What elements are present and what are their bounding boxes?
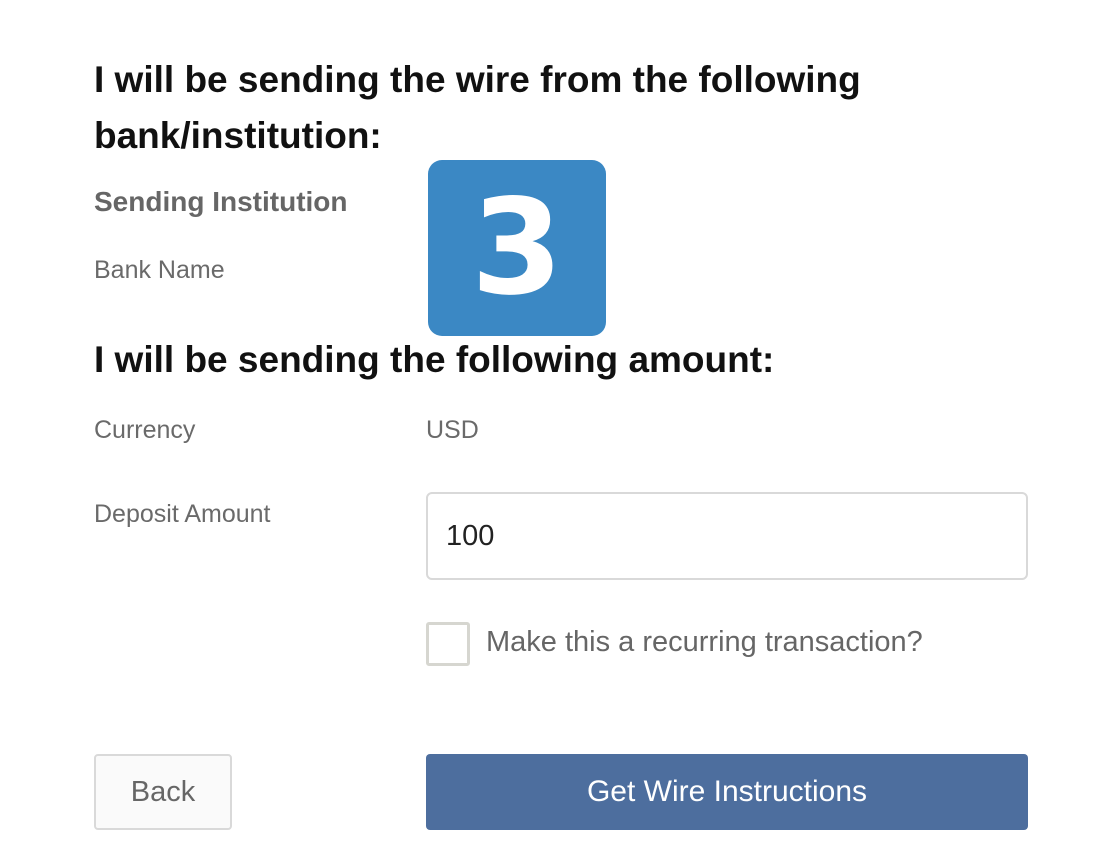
currency-label: Currency (94, 416, 196, 444)
sending-institution-heading: I will be sending the wire from the foll… (94, 59, 861, 156)
deposit-amount-input[interactable] (426, 492, 1028, 580)
sending-institution-subheading: Sending Institution (94, 186, 348, 217)
recurring-checkbox[interactable] (426, 622, 470, 666)
wire-deposit-form: I will be sending the wire from the foll… (0, 0, 1096, 866)
amount-heading: I will be sending the following amount: (94, 339, 775, 380)
step-number-badge: 3 (428, 160, 606, 336)
recurring-label[interactable]: Make this a recurring transaction? (486, 622, 923, 662)
get-wire-instructions-button[interactable]: Get Wire Instructions (426, 754, 1028, 830)
back-button[interactable]: Back (94, 754, 232, 830)
currency-value: USD (426, 416, 479, 444)
bank-name-label: Bank Name (94, 256, 225, 284)
deposit-amount-label: Deposit Amount (94, 500, 271, 528)
